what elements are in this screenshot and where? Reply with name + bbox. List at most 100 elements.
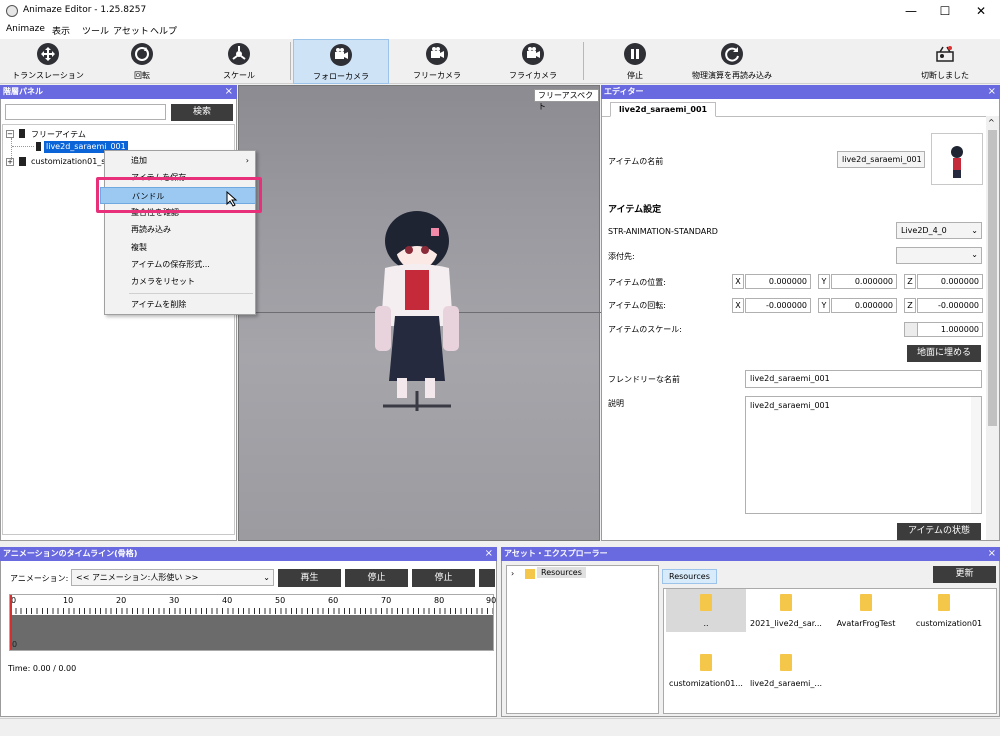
friendly-name-field[interactable]: live2d_saraemi_001 [745,370,982,388]
menu-help[interactable]: ヘルプ [150,24,177,37]
disconnected-button[interactable]: 切断しました [905,39,985,84]
translation-button[interactable]: トランスレーション [8,39,88,84]
animation-select[interactable]: Live2D_4_0 ⌄ [896,222,982,239]
pause-icon [624,43,646,65]
asset-item-folder[interactable]: 2021_live2d_sar... [746,589,826,632]
asset-item-label: customization01... [669,679,743,688]
menu-item-add[interactable]: 追加 › [105,152,257,169]
hierarchy-header: 階層パネル × [0,85,237,99]
toolbar: トランスレーション 回転 スケール フォローカメラ フリーカメラ フライカメラ … [0,39,1000,84]
asset-item-label: .. [703,619,709,628]
viewport[interactable]: フリーアスペクト [238,85,601,541]
menu-item-reload[interactable]: 再読み込み [105,221,257,238]
timeline-track[interactable]: 0 10 20 30 40 50 60 70 80 90 0 [9,594,496,651]
rotation-y-label: Y [818,298,830,313]
close-icon[interactable]: × [988,547,996,561]
asset-item-up[interactable]: .. [666,589,746,632]
attach-select[interactable]: ⌄ [896,247,982,264]
menu-animaze[interactable]: Animaze [6,24,45,34]
extra-timeline-button[interactable] [479,569,495,587]
stop-label: 停止 [627,71,643,80]
ground-button[interactable]: 地面に埋める [907,345,981,362]
fly-camera-button[interactable]: フライカメラ [493,39,573,84]
position-y-label: Y [818,274,830,289]
close-icon[interactable]: × [988,85,996,99]
asset-item-folder[interactable]: customization01 [904,589,994,632]
pause-timeline-button[interactable]: 停止 [412,569,475,587]
position-z-field[interactable]: 0.000000 [917,274,983,289]
minimize-button[interactable]: — [894,0,928,22]
rotate-button[interactable]: 回転 [104,39,180,84]
item-icon [19,129,25,138]
item-name-field[interactable]: live2d_saraemi_001 [837,151,925,168]
chevron-down-icon: ⌄ [971,226,978,235]
close-icon[interactable]: × [485,547,493,561]
tab-item[interactable]: live2d_saraemi_001 [610,102,717,117]
position-x-field[interactable]: 0.000000 [745,274,811,289]
folder-icon [860,594,872,611]
position-y-field[interactable]: 0.000000 [831,274,897,289]
tree-resources[interactable]: Resources [537,567,586,578]
tick-label: 40 [222,596,233,605]
asset-item-label: customization01 [915,619,983,628]
menu-view[interactable]: 表示 [52,24,70,37]
menu-item-reset-camera[interactable]: カメラをリセット [105,273,257,290]
item-icon [19,157,26,166]
play-button[interactable]: 再生 [278,569,341,587]
scale-lock[interactable] [904,322,918,337]
description-field[interactable]: live2d_saraemi_001 [745,396,982,514]
close-icon[interactable]: × [225,85,233,99]
context-menu: 追加 › アイテムを保存 バンドル 整合性を確認 再読み込み 複製 アイテムの保存… [100,150,257,315]
free-camera-button[interactable]: フリーカメラ [397,39,477,84]
tree-item-customization[interactable]: customization01_s [31,157,105,166]
translation-label: トランスレーション [12,71,84,80]
tick-label: 50 [275,596,286,605]
menu-item-duplicate[interactable]: 複製 [105,239,257,256]
asset-item-folder[interactable]: customization01... [666,649,746,692]
menu-assets[interactable]: アセット [113,24,149,37]
menu-item-save-as[interactable]: アイテムの保存形式... [105,256,257,273]
menu-tools[interactable]: ツール [82,24,109,37]
camera-icon [522,43,544,65]
scrollbar[interactable]: ^ [986,116,999,540]
maximize-button[interactable]: ☐ [928,0,962,22]
disconnect-icon [934,43,956,65]
item-thumbnail [931,133,983,185]
tree-line [12,146,34,147]
animation-select-value: Live2D_4_0 [901,226,947,235]
avatar-model[interactable] [369,206,465,426]
stop-timeline-button[interactable]: 停止 [345,569,408,587]
scrollbar-thumb[interactable] [988,130,997,426]
expand-icon[interactable]: + [6,158,14,166]
view-mode-label[interactable]: フリーアスペクト [534,89,599,111]
expand-arrow-icon[interactable]: › [511,569,514,578]
search-input[interactable] [5,104,166,120]
asset-item-folder[interactable]: live2d_saraemi_... [746,649,826,692]
reload-physics-label: 物理演算を再読み込み [692,71,772,80]
scale-field[interactable]: 1.000000 [917,322,983,337]
asset-item-folder[interactable]: AvatarFrogTest [826,589,906,632]
menu-item-delete[interactable]: アイテムを削除 [105,296,257,313]
follow-camera-label: フォローカメラ [313,72,369,81]
timeline-lane[interactable] [10,615,493,650]
close-button[interactable]: ✕ [964,0,998,22]
asset-grid: .. 2021_live2d_sar... AvatarFrogTest cus… [663,588,997,714]
breadcrumb[interactable]: Resources [662,569,717,584]
item-state-button[interactable]: アイテムの状態 [897,523,981,540]
scroll-up-icon[interactable]: ^ [988,118,995,127]
follow-camera-button[interactable]: フォローカメラ [293,39,389,84]
scale-button[interactable]: スケール [200,39,278,84]
scrollbar[interactable] [971,397,981,513]
rotation-y-field[interactable]: 0.000000 [831,298,897,313]
stop-button[interactable]: 停止 [600,39,670,84]
tree-root-label[interactable]: フリーアイテム [31,129,86,140]
collapse-icon[interactable]: − [6,130,14,138]
rotation-x-field[interactable]: -0.000000 [745,298,811,313]
search-button[interactable]: 検索 [171,104,233,121]
animation-dropdown[interactable]: << アニメーション:人形使い >> ⌄ [71,569,274,586]
rotation-z-field[interactable]: -0.000000 [917,298,983,313]
folder-icon [938,594,950,611]
folder-icon [700,594,712,611]
reload-physics-button[interactable]: 物理演算を再読み込み [680,39,784,84]
refresh-button[interactable]: 更新 [933,566,996,583]
